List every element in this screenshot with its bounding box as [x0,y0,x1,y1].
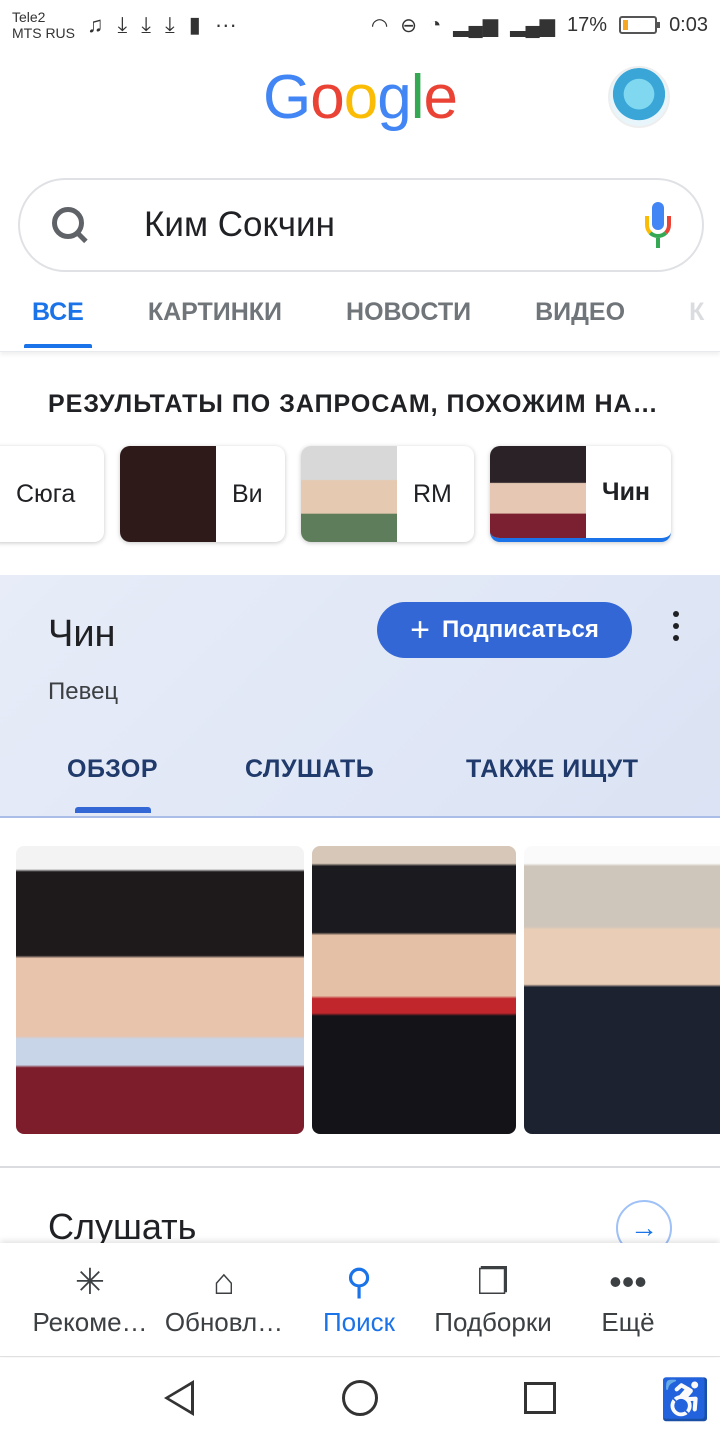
nav-more[interactable]: ••• Ещё [556,1257,700,1338]
tab-also-searched[interactable]: ТАКЖЕ ИЩУТ [466,755,639,784]
image-result[interactable] [16,846,304,1134]
chip-thumbnail [490,446,586,538]
battery-percent: 17% [567,13,608,36]
carrier-name-1: Tele2 [12,9,46,25]
logo-letter: g [377,63,411,132]
nav-recommendations[interactable]: ✳ Рекоме… [18,1257,162,1338]
tab-all[interactable]: ВСЕ [24,288,92,351]
chip-thumbnail [301,446,397,542]
tab-listen[interactable]: СЛУШАТЬ [245,755,374,784]
chip-label: Ви [232,479,263,508]
more-icon: ••• [609,1261,647,1302]
notification-icons: ♫ ⤓ ⤓ ⤓ ▮ ··· [87,12,237,38]
carrier-info: Tele2 MTS RUS [12,9,75,41]
wifi-icon: ◔ [429,13,442,36]
chip-suga[interactable]: Сюга [0,446,104,542]
more-notifications-icon: ··· [214,12,237,37]
search-box[interactable]: Ким Сокчин [18,178,704,272]
search-icon: ⚲ [345,1261,373,1302]
signal-icon: ▂▄▆ [453,14,499,37]
inbox-updates-icon: ⌂ [213,1261,235,1302]
chip-thumbnail [120,446,216,542]
download-icon: ⤓ [141,12,151,37]
status-bar: Tele2 MTS RUS ♫ ⤓ ⤓ ⤓ ▮ ··· ◠ ⊖ ◔ ▂▄▆ ▂▄… [0,0,720,50]
tab-overview[interactable]: ОБЗОР [67,755,158,784]
nav-label: Обновл… [164,1307,284,1337]
battery-level-fill [623,20,629,30]
search-icon [50,205,90,245]
logo-letter: l [410,63,425,132]
asterisk-icon: ✳ [74,1261,106,1302]
clock: 0:03 [669,13,708,36]
nav-label: Подборки [434,1307,552,1337]
chip-label: Чин [602,477,651,506]
bottom-navigation: ✳ Рекоме… ⌂ Обновл… ⚲ Поиск ❐ Подборки •… [0,1243,720,1357]
subscribe-label: Подписаться [441,616,599,643]
image-result[interactable] [524,846,720,1134]
logo-letter: e [423,63,457,132]
back-icon[interactable] [164,1380,194,1416]
image-carousel [0,846,720,1134]
microphone-icon[interactable] [644,202,672,248]
active-tab-indicator [75,807,151,813]
tab-video[interactable]: ВИДЕО [535,288,625,351]
carrier-name-2: MTS RUS [12,25,75,41]
music-note-icon: ♫ [87,12,104,37]
tab-partial[interactable]: К [689,288,704,351]
signal-icon: ▂▄▆ [510,14,556,37]
plus-icon: + [410,611,430,649]
system-icons: ◠ ⊖ ◔ ▂▄▆ ▂▄▆ 17% 0:03 [371,13,708,38]
subscribe-button[interactable]: + Подписаться [377,602,632,658]
search-query[interactable]: Ким Сокчин [144,205,335,245]
entity-subtitle: Певец [48,678,119,705]
nav-collections[interactable]: ❐ Подборки [421,1257,565,1338]
accessibility-icon[interactable]: ♿ [660,1376,710,1423]
do-not-disturb-icon: ⊖ [400,14,418,37]
chip-label: Сюга [16,479,76,508]
logo-letter: G [263,63,311,132]
collections-icon: ❐ [476,1261,510,1302]
recents-icon[interactable] [524,1382,556,1414]
system-navigation-bar: ♿ [0,1358,720,1440]
tab-images[interactable]: КАРТИНКИ [148,288,282,351]
home-icon[interactable] [342,1380,378,1416]
chip-rm[interactable]: RM [301,446,474,542]
headphones-icon: ◠ [370,14,389,37]
more-options-icon[interactable] [668,611,684,641]
chip-label: RM [413,479,452,508]
download-icon: ⤓ [117,12,128,37]
knowledge-panel: Чин Певец + Подписаться ОБЗОР СЛУШАТЬ ТА… [0,575,720,818]
tab-news[interactable]: НОВОСТИ [346,288,471,351]
chip-v[interactable]: Ви [120,446,285,542]
download-icon: ⤓ [164,12,175,37]
image-result[interactable] [312,846,516,1134]
related-title: РЕЗУЛЬТАТЫ ПО ЗАПРОСАМ, ПОХОЖИМ НА… [48,390,659,418]
nav-updates[interactable]: ⌂ Обновл… [152,1257,296,1338]
nav-label: Рекоме… [32,1307,148,1337]
nav-label: Поиск [322,1307,396,1337]
sd-card-icon: ▮ [188,12,201,37]
entity-title: Чин [48,613,116,655]
nav-search[interactable]: ⚲ Поиск [287,1257,431,1338]
listen-section-title: Слушать [48,1206,197,1247]
related-chips: Сюга Ви RM Чин [0,446,720,542]
nav-label: Ещё [601,1307,655,1337]
chip-jin[interactable]: Чин [490,446,671,542]
battery-icon [619,16,661,34]
avatar[interactable] [608,66,670,128]
logo-letter: o [343,63,378,132]
search-tabs: ВСЕ КАРТИНКИ НОВОСТИ ВИДЕО К [0,288,720,352]
section-divider [0,1166,720,1168]
logo-letter: o [310,63,344,132]
